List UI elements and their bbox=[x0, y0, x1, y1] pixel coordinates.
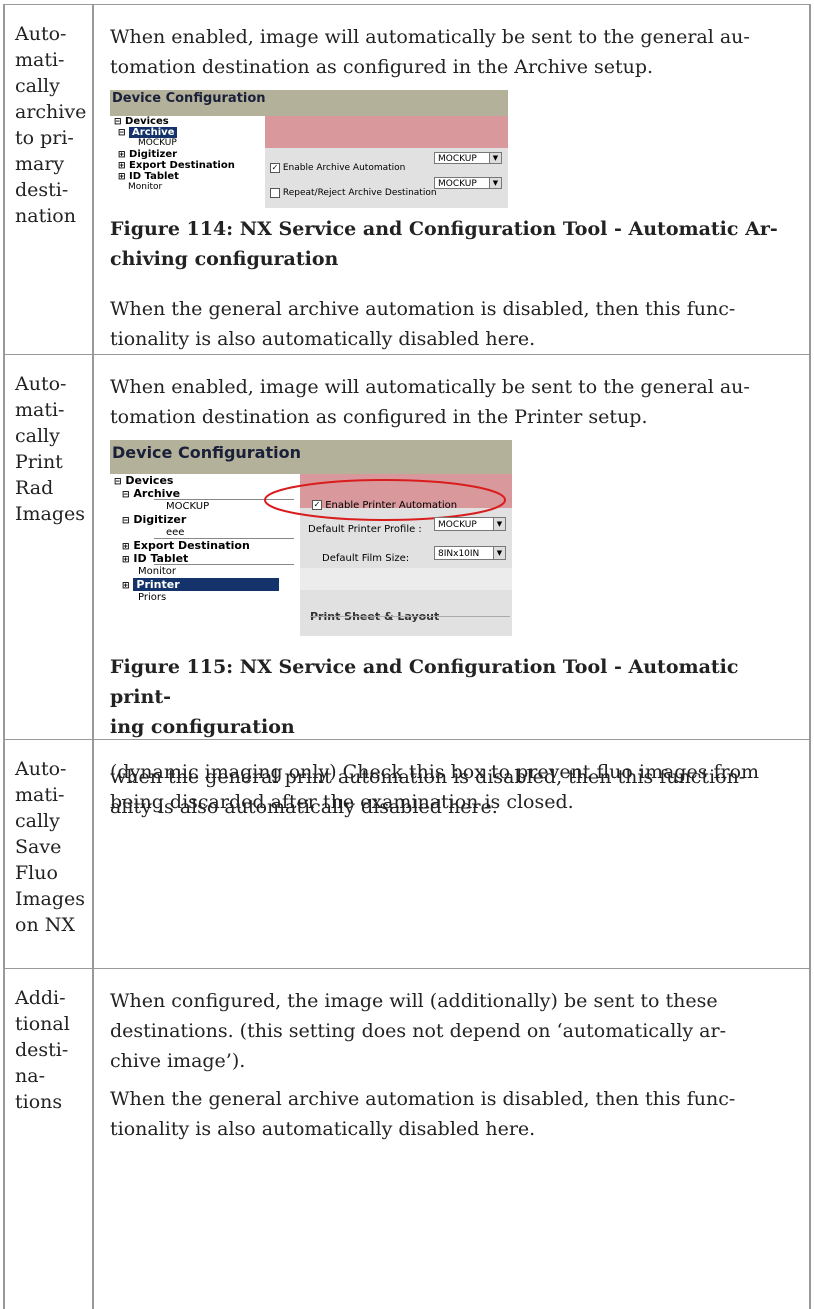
label-line: Auto- bbox=[15, 758, 67, 780]
tree-item-id-tablet[interactable]: ⊞ ID Tablet bbox=[114, 171, 262, 182]
table-row: Auto- mati- cally Print Rad Images When … bbox=[3, 355, 811, 818]
tree-item-monitor[interactable]: Monitor bbox=[114, 182, 262, 193]
chevron-down-icon: ▼ bbox=[493, 518, 505, 530]
label-line: to pri- bbox=[15, 127, 74, 149]
label-line: desti- bbox=[15, 179, 69, 201]
tree-item-devices[interactable]: ⊟ Devices bbox=[114, 116, 262, 127]
figure-header: Device Configuration bbox=[110, 90, 508, 116]
label-line: Print bbox=[15, 451, 63, 473]
note-text: When the general archive automation is d… bbox=[110, 298, 736, 350]
repeat-reject-option[interactable]: Repeat/Reject Archive Destination bbox=[270, 178, 437, 208]
tree-item-priors[interactable]: Priors bbox=[114, 591, 296, 604]
tree-item-archive[interactable]: ⊟ Archive bbox=[114, 127, 262, 138]
default-printer-profile-label: Default Printer Profile : bbox=[308, 524, 422, 535]
label-line: mati- bbox=[15, 784, 65, 806]
note-text: When the general archive automation is d… bbox=[110, 1088, 736, 1140]
label-line: Auto- bbox=[15, 373, 67, 395]
chevron-down-icon: ▼ bbox=[489, 178, 501, 188]
tree-item-export-destination[interactable]: ⊞ Export Destination bbox=[114, 539, 296, 552]
label-line: Save bbox=[15, 836, 62, 858]
label-line: Addi- bbox=[15, 987, 66, 1009]
tree-item-printer[interactable]: ⊞ Printer bbox=[114, 578, 296, 591]
label-line: nation bbox=[15, 205, 76, 227]
highlight-band bbox=[265, 116, 508, 148]
figure-header: Device Configuration bbox=[110, 440, 512, 474]
label-line: Fluo bbox=[15, 862, 58, 884]
table-row: Auto- mati- cally Save Fluo Images on NX… bbox=[3, 740, 811, 969]
default-printer-profile-dropdown[interactable]: MOCKUP ▼ bbox=[434, 517, 506, 531]
label-line: cally bbox=[15, 425, 60, 447]
checkbox-unchecked[interactable] bbox=[270, 187, 280, 198]
checkbox-checked[interactable]: ✓ bbox=[270, 162, 280, 173]
tree-divider bbox=[154, 564, 294, 565]
printer-config-figure: Device Configuration ⊟ Devices ⊟ Archive… bbox=[110, 440, 512, 636]
label-line: cally bbox=[15, 75, 60, 97]
label-line: Images bbox=[15, 503, 86, 525]
figure-caption: Figure 115: NX Service and Configuration… bbox=[110, 656, 739, 738]
setting-description: When configured, the image will (additio… bbox=[94, 969, 811, 1309]
archive-destination-dropdown[interactable]: MOCKUP ▼ bbox=[434, 152, 502, 164]
setting-name: Addi- tional desti- na- tions bbox=[3, 969, 94, 1309]
tree-divider bbox=[154, 538, 294, 539]
label-line: Auto- bbox=[15, 23, 67, 45]
label-line: cally bbox=[15, 810, 60, 832]
setting-description: (dynamic imaging only) Check this box to… bbox=[94, 740, 811, 968]
figure-caption: Figure 114: NX Service and Configuration… bbox=[110, 218, 778, 270]
label-line: Images bbox=[15, 888, 86, 910]
settings-table: Auto- mati- cally archive to pri- mary d… bbox=[3, 4, 811, 1309]
section-divider bbox=[300, 568, 512, 590]
table-row: Auto- mati- cally archive to pri- mary d… bbox=[3, 5, 811, 355]
archive-config-figure: Device Configuration ⊟ Devices ⊟ Archive… bbox=[110, 90, 508, 208]
repeat-reject-dropdown[interactable]: MOCKUP ▼ bbox=[434, 177, 502, 189]
setting-description: When enabled, image will automatically b… bbox=[94, 5, 811, 354]
chevron-down-icon: ▼ bbox=[489, 153, 501, 163]
label-line: Rad bbox=[15, 477, 54, 499]
print-sheet-section-header: Print Sheet & Layout bbox=[310, 610, 440, 623]
label-line: desti- bbox=[15, 1039, 69, 1061]
chevron-down-icon: ▼ bbox=[493, 547, 505, 559]
label-line: tions bbox=[15, 1091, 63, 1113]
intro-text: When enabled, image will automatically b… bbox=[110, 376, 750, 428]
label-line: tional bbox=[15, 1013, 70, 1035]
tree-item-monitor[interactable]: Monitor bbox=[114, 565, 296, 578]
setting-name: Auto- mati- cally Save Fluo Images on NX bbox=[3, 740, 94, 968]
label-line: mati- bbox=[15, 49, 65, 71]
section-underline bbox=[310, 616, 510, 617]
description-text: When configured, the image will (additio… bbox=[110, 990, 726, 1072]
setting-name: Auto- mati- cally Print Rad Images bbox=[3, 355, 94, 739]
table-row: Addi- tional desti- na- tions When confi… bbox=[3, 969, 811, 1309]
tree-item-mockup[interactable]: MOCKUP bbox=[114, 138, 262, 149]
label-line: on NX bbox=[15, 914, 75, 936]
setting-description: When enabled, image will automatically b… bbox=[94, 355, 811, 818]
device-tree: ⊟ Devices ⊟ Archive MOCKUP ⊞ Digitizer ⊞… bbox=[114, 116, 262, 208]
label-line: mati- bbox=[15, 399, 65, 421]
default-film-size-dropdown[interactable]: 8INx10IN ▼ bbox=[434, 546, 506, 560]
description-text: (dynamic imaging only) Check this box to… bbox=[110, 761, 760, 813]
label-line: archive bbox=[15, 101, 87, 123]
tree-item-export-destination[interactable]: ⊞ Export Destination bbox=[114, 160, 262, 171]
label-line: mary bbox=[15, 153, 65, 175]
label-line: na- bbox=[15, 1065, 45, 1087]
tree-item-digitizer[interactable]: ⊞ Digitizer bbox=[114, 149, 262, 160]
intro-text: When enabled, image will automatically b… bbox=[110, 26, 750, 78]
setting-name: Auto- mati- cally archive to pri- mary d… bbox=[3, 5, 94, 354]
